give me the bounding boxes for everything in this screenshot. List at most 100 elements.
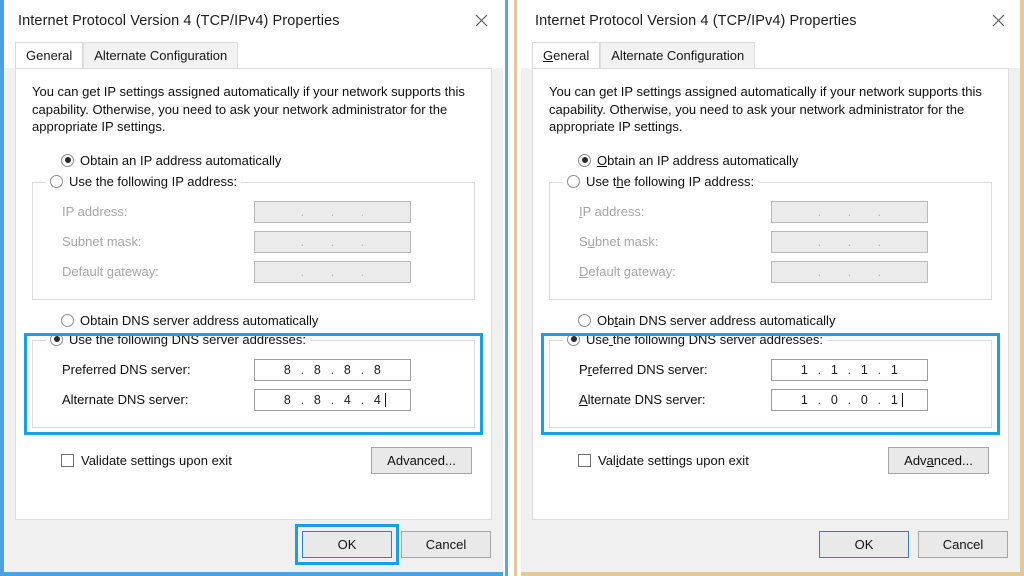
ok-button[interactable]: OK [302,531,392,558]
octet: 1 [860,362,869,377]
preferred-dns-input[interactable]: 1. 1. 1. 1 [771,358,928,381]
dns-highlight-box: Use the following DNS server addresses: … [541,331,1000,435]
octet-separator: . [300,204,305,219]
field-default-gateway-label: Default gateway: [62,264,159,279]
close-icon[interactable] [976,0,1020,41]
field-ip-address: IP address: ... [33,197,474,227]
octet-separator: . [330,362,335,377]
tab-general[interactable]: General [15,42,84,68]
octet-separator: . [330,204,335,219]
octet-separator: . [847,204,852,219]
tab-general-label: General [543,48,590,63]
dialog-footer: OK Cancel [521,520,1020,558]
radio-use-following-ip[interactable]: Use the following IP address: [46,173,242,189]
field-alternate-dns-label: Alternate DNS server: [579,392,706,407]
dual-dialog-screenshot: Internet Protocol Version 4 (TCP/IPv4) P… [0,0,1024,576]
text-caret [385,392,386,407]
radio-obtain-dns-automatically-label: Obtain DNS server address automatically [597,312,836,328]
tab-strip: General Alternate Configuration [521,41,1020,68]
tab-alternate-configuration-label: Alternate Configuration [611,48,745,63]
octet-separator: . [847,392,852,407]
octet-separator: . [817,362,822,377]
tab-strip: General Alternate Configuration [4,41,503,68]
alternate-dns-input[interactable]: 8. 8. 4. 4 [254,388,411,411]
subnet-mask-input[interactable]: ... [254,230,411,253]
field-default-gateway: Default gateway: ... [33,257,474,287]
window-title: Internet Protocol Version 4 (TCP/IPv4) P… [18,12,340,29]
checkbox-indicator [578,453,591,467]
ip-address-input[interactable]: ... [254,200,411,223]
octet-separator: . [817,392,822,407]
tab-alternate-configuration[interactable]: Alternate Configuration [83,42,239,68]
dns-highlight-box: Use the following DNS server addresses: … [24,331,483,435]
radio-indicator [578,313,591,327]
field-alternate-dns-label: Alternate DNS server: [62,392,189,407]
radio-obtain-dns-automatically[interactable]: Obtain DNS server address automatically [32,313,475,328]
octet-separator: . [360,392,365,407]
window-title: Internet Protocol Version 4 (TCP/IPv4) P… [535,12,857,29]
panel-divider [503,0,521,576]
field-preferred-dns-label: Preferred DNS server: [579,362,708,377]
field-ip-address-label: IP address: [62,204,128,219]
field-subnet-mask-label: Subnet mask: [579,234,659,249]
octet-separator: . [817,204,822,219]
checkbox-validate-settings[interactable]: Validate settings upon exit [578,453,749,468]
radio-use-following-dns[interactable]: Use the following DNS server addresses: [563,331,828,347]
field-ip-address-label: IP address: [579,204,645,219]
ip-address-input[interactable]: ... [771,200,928,223]
tab-alternate-configuration[interactable]: Alternate Configuration [600,42,756,68]
radio-use-following-dns[interactable]: Use the following DNS server addresses: [46,331,310,347]
octet-separator: . [877,392,882,407]
advanced-button[interactable]: Advanced... [371,446,472,474]
close-icon[interactable] [459,0,503,41]
octet-separator: . [300,362,305,377]
radio-use-following-ip[interactable]: Use the following IP address: [563,173,759,189]
radio-use-following-ip-label: Use the following IP address: [586,173,755,189]
ok-button-label: OK [854,537,874,552]
field-preferred-dns: Preferred DNS server: 1. 1. 1. 1 [550,355,991,385]
checkbox-validate-settings[interactable]: Validate settings upon exit [61,453,232,468]
field-subnet-mask: Subnet mask: ... [550,227,991,257]
octet-separator: . [877,204,882,219]
octet-separator: . [360,204,365,219]
field-preferred-dns: Preferred DNS server: 8. 8. 8. 8 [33,355,474,385]
octet-separator: . [360,234,365,249]
octet: 1 [890,392,899,407]
octet-separator: . [300,264,305,279]
preferred-dns-input[interactable]: 8. 8. 8. 8 [254,358,411,381]
cancel-button[interactable]: Cancel [918,531,1008,558]
octet-separator: . [877,264,882,279]
manual-dns-group: Use the following DNS server addresses: … [32,331,475,428]
general-tab-footer: Validate settings upon exit Advanced... [32,446,475,474]
radio-obtain-ip-automatically[interactable]: Obtain an IP address automatically [32,153,475,168]
cancel-button[interactable]: Cancel [401,531,491,558]
radio-obtain-dns-automatically-label: Obtain DNS server address automatically [80,312,319,328]
radio-indicator [578,153,591,167]
checkbox-validate-settings-label: Validate settings upon exit [598,452,749,468]
subnet-mask-input[interactable]: ... [771,230,928,253]
advanced-button[interactable]: Advanced... [888,446,989,474]
octet-separator: . [847,234,852,249]
octet-separator: . [330,392,335,407]
radio-indicator [50,174,63,188]
radio-indicator [50,332,63,346]
default-gateway-input[interactable]: ... [254,260,411,283]
octet-separator: . [300,392,305,407]
radio-obtain-ip-automatically[interactable]: Obtain an IP address automatically [549,153,992,168]
title-bar: Internet Protocol Version 4 (TCP/IPv4) P… [521,0,1020,41]
octet-separator: . [847,264,852,279]
radio-use-following-dns-label: Use the following DNS server addresses: [586,331,824,347]
field-default-gateway-label: Default gateway: [579,264,676,279]
cancel-button-label: Cancel [942,537,984,552]
octet: 8 [283,362,292,377]
ipv4-properties-dialog-left: Internet Protocol Version 4 (TCP/IPv4) P… [0,0,503,576]
dialog-footer: OK Cancel [4,520,503,565]
ok-button[interactable]: OK [819,531,909,558]
field-preferred-dns-label: Preferred DNS server: [62,362,191,377]
ok-button-highlight: OK [819,531,909,558]
radio-obtain-dns-automatically[interactable]: Obtain DNS server address automatically [549,313,992,328]
octet: 8 [373,362,382,377]
tab-general[interactable]: General [532,42,601,68]
alternate-dns-input[interactable]: 1. 0. 0. 1 [771,388,928,411]
default-gateway-input[interactable]: ... [771,260,928,283]
